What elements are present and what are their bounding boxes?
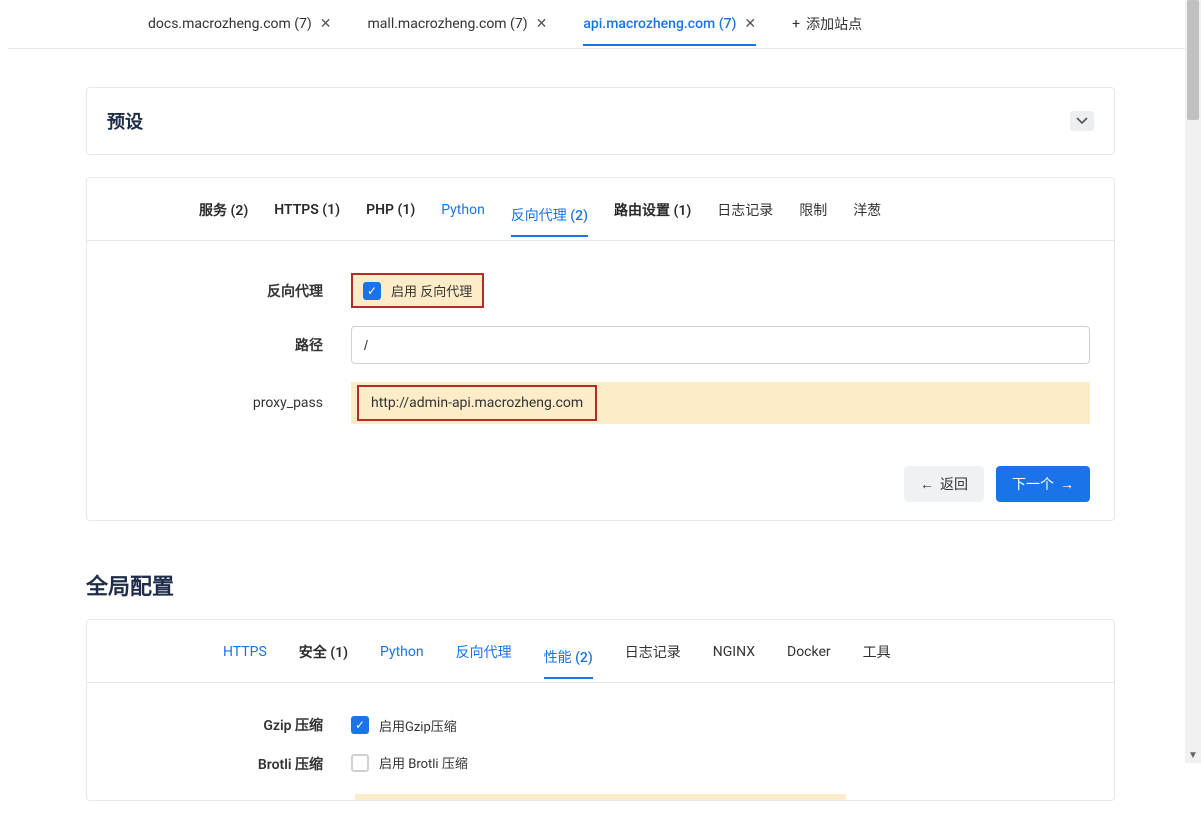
highlight-strip: [355, 794, 846, 800]
path-label: 路径: [111, 335, 351, 355]
gzip-label: Gzip 压缩: [111, 715, 351, 735]
global-config-title: 全局配置: [86, 569, 1115, 601]
site-tab-docs[interactable]: docs.macrozheng.com (7) ✕: [148, 16, 332, 32]
next-label: 下一个: [1012, 474, 1054, 494]
back-label: 返回: [940, 474, 968, 494]
checkbox-icon: ✓: [363, 282, 381, 300]
proxy-pass-input[interactable]: http://admin-api.macrozheng.com: [357, 385, 597, 421]
tab-global-security[interactable]: 安全 (1): [299, 642, 348, 672]
tab-log[interactable]: 日志记录: [717, 200, 773, 230]
tab-global-python[interactable]: Python: [380, 644, 424, 670]
arrow-right-icon: →: [1060, 476, 1074, 492]
tab-global-performance[interactable]: 性能 (2): [544, 647, 593, 679]
close-icon[interactable]: ✕: [536, 16, 548, 32]
close-icon[interactable]: ✕: [320, 16, 332, 32]
tab-global-https[interactable]: HTTPS: [223, 644, 267, 670]
reverse-proxy-label: 反向代理: [111, 281, 351, 301]
chevron-down-icon: [1076, 113, 1088, 129]
tab-limit[interactable]: 限制: [799, 200, 827, 230]
enable-reverse-proxy-checkbox-wrap[interactable]: ✓ 启用 反向代理: [351, 273, 484, 308]
preset-card: 预设: [86, 87, 1115, 155]
tab-global-log[interactable]: 日志记录: [625, 642, 681, 672]
proxy-pass-label: proxy_pass: [111, 395, 351, 411]
scrollbar-thumb[interactable]: [1187, 0, 1199, 120]
enable-gzip-checkbox-wrap[interactable]: ✓ 启用Gzip压缩: [351, 716, 457, 735]
tab-route[interactable]: 路由设置 (1): [614, 200, 691, 230]
close-icon[interactable]: ✕: [744, 16, 756, 32]
global-card: HTTPS 安全 (1) Python 反向代理 性能 (2) 日志记录 NGI…: [86, 619, 1115, 801]
tab-global-tools[interactable]: 工具: [863, 642, 891, 672]
expand-button[interactable]: [1070, 111, 1094, 131]
tab-global-reverse-proxy[interactable]: 反向代理: [456, 642, 512, 672]
back-button[interactable]: ← 返回: [904, 466, 984, 502]
site-tab-label: docs.macrozheng.com (7): [148, 16, 312, 32]
arrow-left-icon: ←: [920, 476, 934, 492]
site-tab-label: api.macrozheng.com (7): [583, 16, 736, 32]
config-tabs: 服务 (2) HTTPS (1) PHP (1) Python 反向代理 (2)…: [87, 178, 1114, 241]
tab-service[interactable]: 服务 (2): [199, 200, 248, 230]
plus-icon: +: [792, 16, 800, 32]
site-tab-label: mall.macrozheng.com (7): [368, 16, 528, 32]
preset-title: 预设: [107, 108, 143, 134]
tab-onion[interactable]: 洋葱: [853, 200, 881, 230]
tab-reverse-proxy[interactable]: 反向代理 (2): [511, 205, 588, 237]
site-tab-mall[interactable]: mall.macrozheng.com (7) ✕: [368, 16, 548, 32]
next-button[interactable]: 下一个 →: [996, 466, 1090, 502]
enable-reverse-proxy-label: 启用 反向代理: [391, 281, 472, 300]
scroll-down-icon[interactable]: ▼: [1185, 747, 1201, 763]
site-tabs: docs.macrozheng.com (7) ✕ mall.macrozhen…: [8, 0, 1193, 49]
tab-global-docker[interactable]: Docker: [787, 644, 831, 670]
brotli-label: Brotli 压缩: [111, 754, 351, 774]
tab-https[interactable]: HTTPS (1): [274, 202, 340, 228]
checkbox-icon: ✓: [351, 716, 369, 734]
site-tab-api[interactable]: api.macrozheng.com (7) ✕: [583, 16, 756, 46]
global-tabs: HTTPS 安全 (1) Python 反向代理 性能 (2) 日志记录 NGI…: [87, 620, 1114, 683]
add-site-button[interactable]: + 添加站点: [792, 14, 862, 34]
scrollbar[interactable]: ▲ ▼: [1185, 0, 1201, 763]
tab-python[interactable]: Python: [441, 202, 485, 228]
path-input[interactable]: [351, 326, 1090, 364]
tab-php[interactable]: PHP (1): [366, 202, 415, 228]
config-card: 服务 (2) HTTPS (1) PHP (1) Python 反向代理 (2)…: [86, 177, 1115, 521]
tab-global-nginx[interactable]: NGINX: [713, 644, 755, 670]
add-site-label: 添加站点: [806, 14, 862, 34]
enable-gzip-label: 启用Gzip压缩: [379, 716, 457, 735]
